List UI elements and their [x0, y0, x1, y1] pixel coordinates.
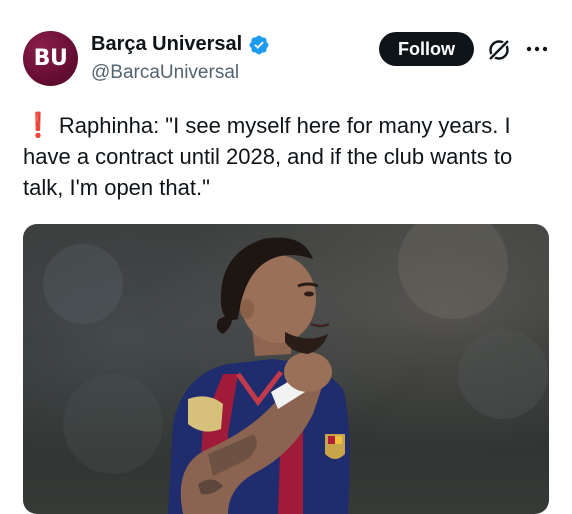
- player-photo-illustration: [43, 224, 548, 514]
- display-name[interactable]: Barça Universal: [91, 33, 242, 56]
- more-icon[interactable]: [526, 38, 548, 60]
- grok-icon[interactable]: [486, 37, 512, 63]
- name-row: Barça Universal: [91, 33, 270, 56]
- tweet-text: ❗ Raphinha: "I see myself here for many y…: [23, 110, 553, 203]
- verified-badge-icon: [249, 35, 269, 54]
- handle[interactable]: @BarcaUniversal: [91, 62, 239, 84]
- exclamation-emoji-icon: ❗: [23, 112, 53, 139]
- tweet-body: Raphinha: "I see myself here for many ye…: [23, 113, 513, 200]
- follow-button[interactable]: Follow: [379, 32, 474, 66]
- tweet-header: BU Barça Universal @BarcaUniversal Follo…: [0, 0, 572, 100]
- avatar[interactable]: BU: [23, 31, 78, 86]
- tweet-photo[interactable]: [23, 224, 549, 514]
- avatar-logo-text: BU: [33, 46, 68, 71]
